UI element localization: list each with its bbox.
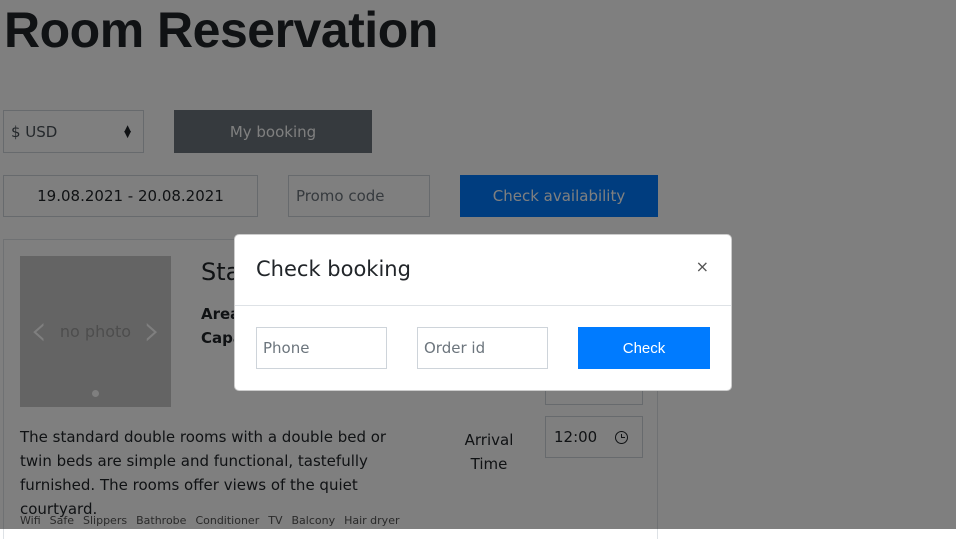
order-id-input[interactable]: Order id <box>417 327 548 369</box>
modal-header: Check booking × <box>235 235 731 306</box>
modal-title: Check booking <box>256 257 411 281</box>
check-booking-modal: Check booking × Phone Order id Check <box>234 234 732 391</box>
phone-input[interactable]: Phone <box>256 327 387 369</box>
check-button[interactable]: Check <box>578 327 710 369</box>
close-icon[interactable]: × <box>696 257 709 276</box>
